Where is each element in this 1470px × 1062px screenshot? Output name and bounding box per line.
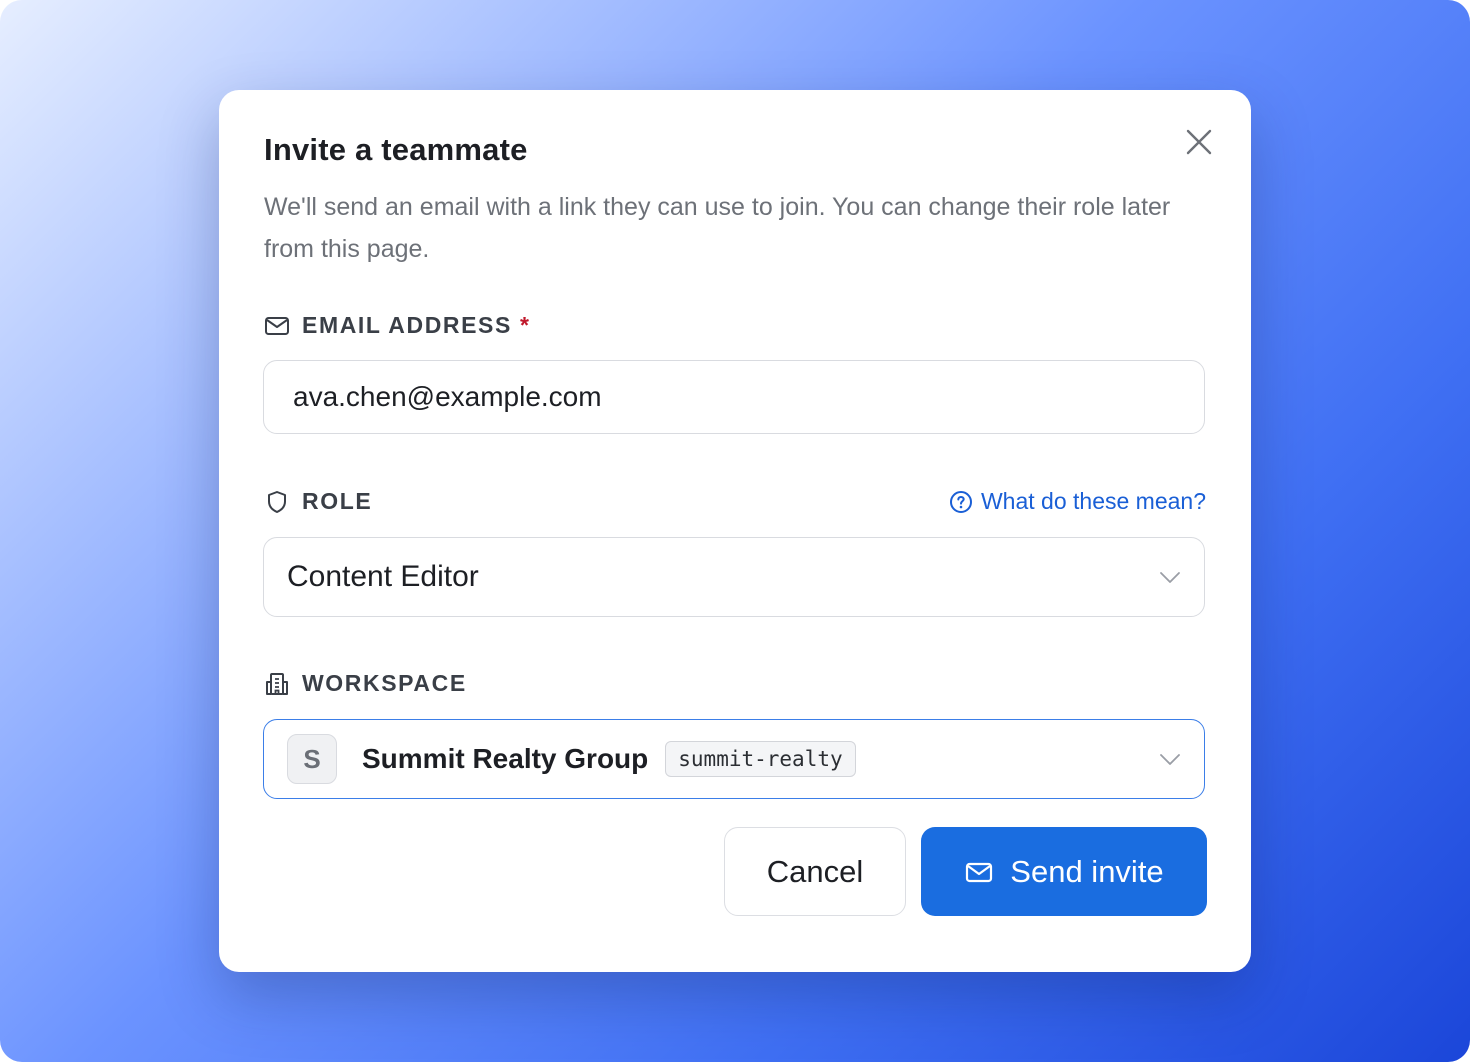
- workspace-avatar: S: [287, 734, 337, 784]
- mail-icon: [964, 857, 994, 887]
- email-label: EMAIL ADDRESS *: [264, 312, 531, 339]
- role-label-text: ROLE: [302, 488, 373, 514]
- cancel-button[interactable]: Cancel: [724, 827, 906, 916]
- close-icon: [1186, 129, 1212, 155]
- required-marker: *: [519, 312, 531, 338]
- send-invite-label: Send invite: [1010, 853, 1164, 889]
- close-button[interactable]: [1181, 124, 1217, 160]
- invite-dialog: Invite a teammate We'll send an email wi…: [219, 90, 1251, 972]
- role-label: ROLE: [264, 488, 372, 515]
- building-icon: [264, 671, 290, 697]
- role-select[interactable]: Content Editor: [263, 537, 1205, 617]
- shield-icon: [264, 489, 290, 515]
- dialog-description: We'll send an email with a link they can…: [264, 193, 1171, 263]
- role-help-text: What do these mean?: [980, 488, 1206, 514]
- chevron-down-icon: [1160, 572, 1180, 583]
- send-invite-button[interactable]: Send invite: [921, 827, 1207, 916]
- role-selected-value: Content Editor: [287, 560, 479, 593]
- email-label-text: EMAIL ADDRESS: [302, 312, 512, 338]
- email-field[interactable]: ava.chen@example.com: [263, 360, 1205, 434]
- workspace-select[interactable]: S Summit Realty Group summit-realty: [263, 719, 1205, 799]
- chevron-down-icon: [1160, 754, 1180, 765]
- workspace-label: WORKSPACE: [264, 670, 467, 697]
- cancel-button-label: Cancel: [766, 853, 864, 889]
- dialog-title: Invite a teammate: [264, 132, 528, 167]
- workspace-name: Summit Realty Group: [362, 743, 649, 774]
- workspace-slug-badge: summit-realty: [665, 741, 856, 777]
- role-help-link[interactable]: What do these mean?: [949, 488, 1206, 515]
- email-value: ava.chen@example.com: [293, 381, 602, 412]
- mail-icon: [264, 313, 290, 339]
- help-circle-icon: [949, 490, 973, 514]
- workspace-label-text: WORKSPACE: [302, 670, 467, 696]
